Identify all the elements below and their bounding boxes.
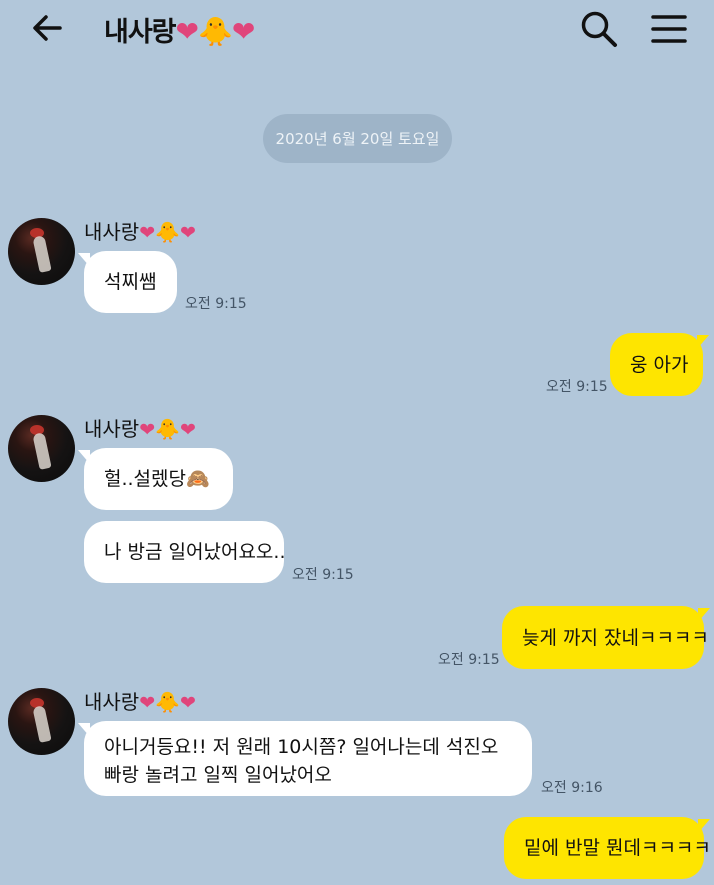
message-time: 오전 9:16 — [541, 780, 603, 796]
chick-icon: 🐥 — [198, 15, 233, 48]
my-message-bubble[interactable]: 웅 아가 — [610, 333, 709, 396]
message-time: 오전 9:15 — [185, 296, 247, 312]
my-message-bubble[interactable]: 밑에 반말 뭔데ㅋㅋㅋㅋ — [504, 817, 711, 879]
message-time: 오전 9:15 — [438, 652, 500, 668]
chat-header: 내사랑❤🐥❤ — [0, 0, 714, 56]
message-bubble[interactable]: 아니거등요!! 저 원래 10시쯤? 일어나는데 석진오빠랑 놀려고 일찍 일어… — [78, 721, 532, 796]
chat-title: 내사랑❤🐥❤ — [104, 10, 255, 49]
chick-icon: 🐥 — [155, 220, 181, 244]
heart-icon: ❤ — [180, 692, 196, 714]
message-bubble[interactable]: 헐..설렜당🙈 — [78, 448, 233, 510]
heart-icon: ❤ — [180, 419, 196, 441]
search-icon[interactable] — [578, 8, 620, 50]
message-time: 오전 9:15 — [546, 379, 608, 395]
chick-icon: 🐥 — [155, 690, 181, 714]
my-message-bubble[interactable]: 늦게 까지 잤네ㅋㅋㅋㅋ — [502, 606, 710, 669]
hamburger-menu-icon[interactable] — [650, 10, 688, 48]
back-arrow-icon[interactable] — [26, 8, 70, 48]
heart-icon: ❤ — [139, 222, 156, 244]
sender-name: 내사랑❤🐥❤ — [84, 220, 196, 244]
heart-icon: ❤ — [175, 15, 199, 48]
heart-icon: ❤ — [139, 419, 156, 441]
avatar[interactable] — [8, 415, 75, 482]
sender-name: 내사랑❤🐥❤ — [84, 690, 196, 714]
avatar[interactable] — [8, 688, 75, 755]
chick-icon: 🐥 — [155, 417, 181, 441]
heart-icon: ❤ — [231, 15, 255, 48]
message-bubble[interactable]: 나 방금 일어났어요오.. — [84, 521, 285, 583]
date-divider: 2020년 6월 20일 토요일 — [263, 114, 452, 163]
heart-icon: ❤ — [180, 222, 196, 244]
avatar[interactable] — [8, 218, 75, 285]
message-bubble[interactable]: 석찌쌤 — [78, 251, 177, 313]
sender-name: 내사랑❤🐥❤ — [84, 417, 196, 441]
heart-icon: ❤ — [139, 692, 156, 714]
chat-title-text: 내사랑 — [104, 17, 177, 48]
message-time: 오전 9:15 — [292, 567, 354, 583]
